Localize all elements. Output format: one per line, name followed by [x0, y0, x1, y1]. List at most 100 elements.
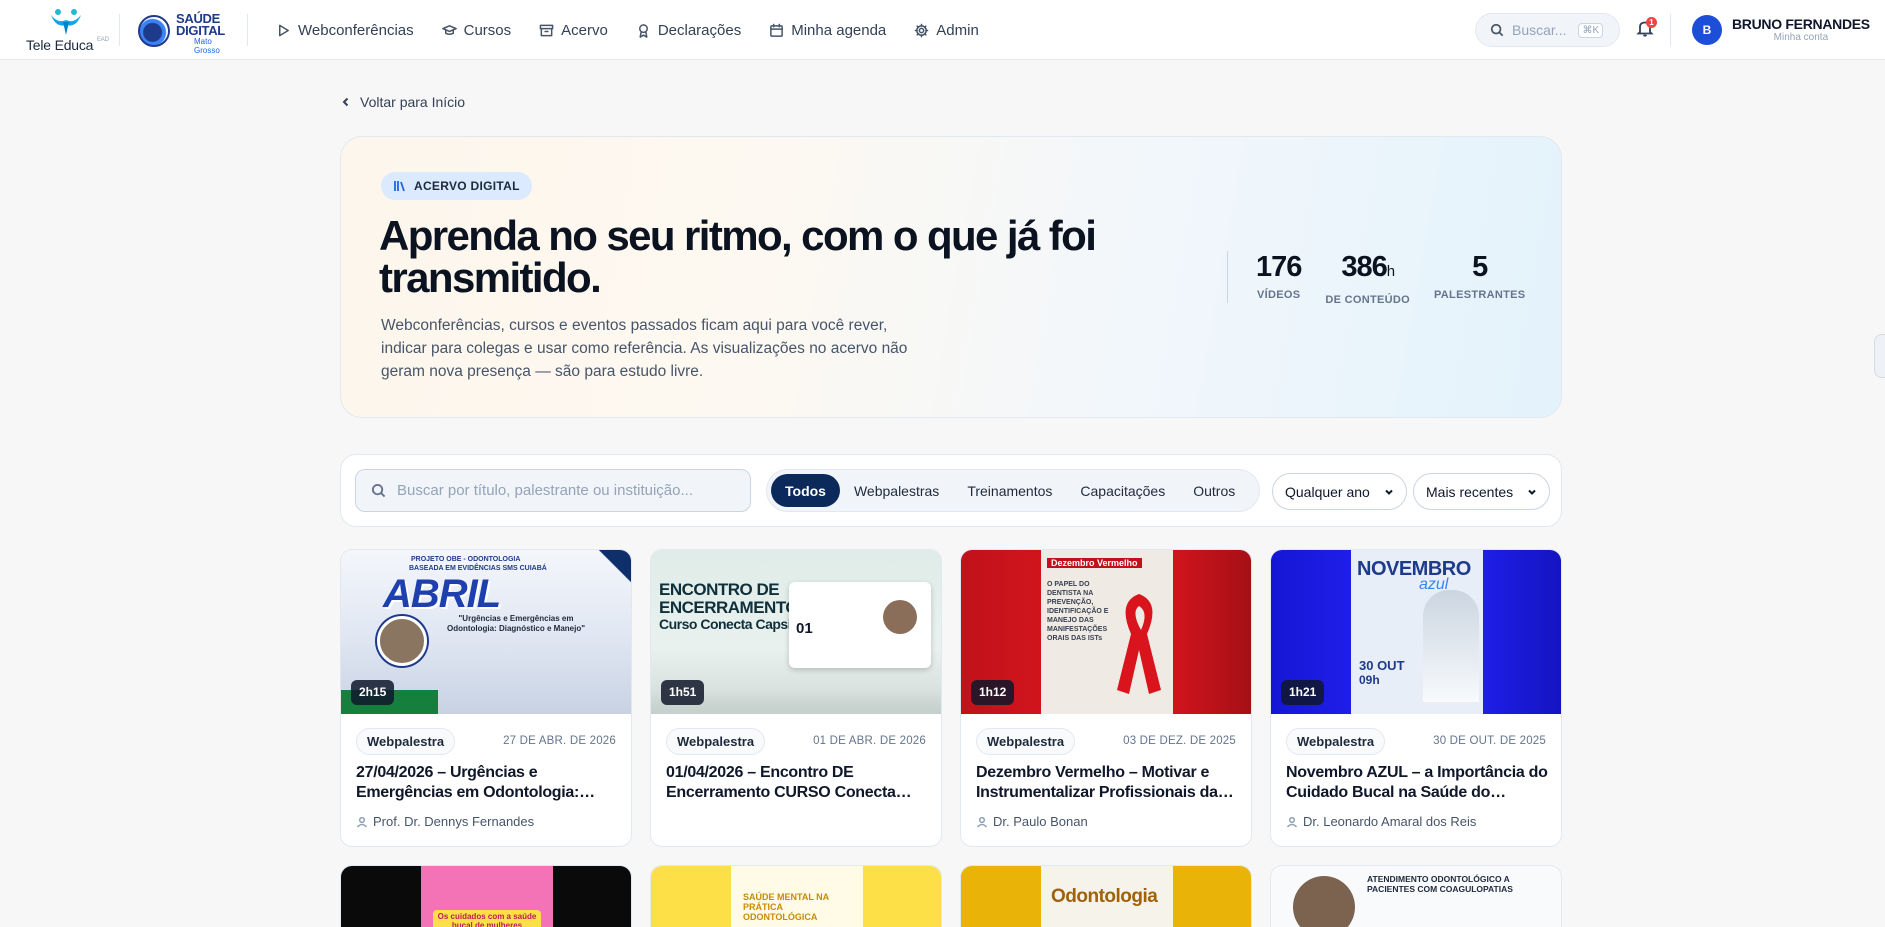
award-icon — [638, 23, 648, 38]
teleeduca-name: Tele Educa — [26, 37, 94, 53]
category-segmented-control: Todos Webpalestras Treinamentos Capacita… — [766, 469, 1260, 512]
hero-description: Webconferências, cursos e eventos passad… — [381, 317, 908, 380]
segment-treinamentos[interactable]: Treinamentos — [953, 474, 1066, 507]
red-ribbon-icon — [1117, 594, 1161, 694]
segment-webpalestras[interactable]: Webpalestras — [840, 474, 953, 507]
video-thumbnail: SAÚDE MENTAL NA PRÁTICA ODONTOLÓGICA — [651, 866, 941, 927]
hero-banner: ACERVO DIGITAL Aprenda no seu ritmo, com… — [340, 136, 1562, 418]
video-card[interactable]: ENCONTRO DE ENCERRAMENTO Curso Conecta C… — [650, 549, 942, 847]
stat-videos: 176 VÍDEOS — [1228, 251, 1313, 303]
hero-stats: 176 VÍDEOS 386h DE CONTEÚDO 5 PALESTRANT… — [1227, 251, 1537, 306]
nav-cursos[interactable]: Cursos — [441, 22, 511, 39]
thumb-text: Os cuidados com a saúde bucal de mulhere… — [437, 912, 537, 927]
year-select[interactable]: Qualquer ano — [1272, 473, 1407, 510]
saude-digital-line3: Mato Grosso — [194, 37, 220, 55]
video-date: 01 DE ABR. DE 2026 — [813, 735, 926, 747]
gear-icon — [914, 23, 929, 37]
nav-minha-agenda[interactable]: Minha agenda — [769, 22, 886, 39]
thumb-text: ATENDIMENTO ODONTOLÓGICO A PACIENTES COM… — [1367, 874, 1513, 894]
search-shortcut-hint: ⌘K — [1578, 22, 1604, 38]
video-card[interactable]: Odontologia — [960, 865, 1252, 927]
thumb-text: 09h — [1359, 673, 1380, 687]
search-icon — [371, 483, 386, 498]
video-card[interactable]: SAÚDE MENTAL NA PRÁTICA ODONTOLÓGICA — [650, 865, 942, 927]
nav-admin[interactable]: Admin — [914, 22, 979, 39]
speaker-name: Dr. Paulo Bonan — [993, 814, 1088, 829]
video-title: 01/04/2026 – Encontro DE Encerramento CU… — [666, 764, 896, 801]
thumb-text: ENCONTRO DE — [659, 580, 780, 599]
video-card[interactable]: NOVEMBRO azul 30 OUT 09h 1h21 Webpalestr… — [1270, 549, 1562, 847]
video-title: Novembro AZUL – a Importância do Cuidado… — [1286, 764, 1548, 801]
thumb-decoration — [571, 550, 631, 600]
stat-speakers: 5 PALESTRANTES — [1422, 251, 1537, 303]
hero-title: Aprenda no seu ritmo, com o que já foi t… — [379, 212, 1097, 301]
library-icon — [394, 181, 405, 192]
speaker-photo — [1293, 876, 1355, 927]
hero-badge: ACERVO DIGITAL — [381, 172, 532, 200]
nav-declaracoes[interactable]: Declarações — [636, 22, 741, 39]
speaker-photo — [1423, 590, 1479, 702]
video-card[interactable]: PROJETO OBE - ODONTOLOGIA BASEADA EM EVI… — [340, 549, 632, 847]
video-date: 27 DE ABR. DE 2026 — [503, 735, 616, 747]
divider — [119, 14, 120, 46]
nav-webconferencias[interactable]: Webconferências — [276, 22, 414, 39]
video-title: 27/04/2026 – Urgências e Emergências em … — [356, 764, 580, 801]
speaker-name: Dr. Leonardo Amaral dos Reis — [1303, 814, 1477, 829]
teleeduca-logo-icon — [51, 9, 81, 35]
user-icon — [356, 816, 368, 828]
thumb-text: 01 — [796, 620, 813, 637]
account-name: BRUNO FERNANDES — [1732, 16, 1870, 32]
stat-hours: 386h DE CONTEÚDO — [1313, 251, 1422, 306]
stat-unit: h — [1386, 263, 1395, 280]
thumb-text: "Urgências e Emergências em Odontologia:… — [446, 614, 585, 633]
main-nav: Webconferências Cursos Acervo Declaraçõe… — [276, 19, 979, 41]
graduation-cap-icon — [441, 24, 457, 35]
teleeduca-logo[interactable]: Tele Educa EAD — [26, 6, 109, 54]
calendar-icon — [770, 23, 784, 37]
video-card[interactable]: Dezembro Vermelho O PAPEL DO DENTISTA NA… — [960, 549, 1252, 847]
thumb-text: NOVEMBRO — [1357, 558, 1471, 580]
archive-icon — [539, 24, 554, 36]
sort-select-value: Mais recentes — [1426, 483, 1514, 500]
thumb-text: Curso Conecta Capsi — [659, 616, 792, 632]
video-card[interactable]: ATENDIMENTO ODONTOLÓGICO A PACIENTES COM… — [1270, 865, 1562, 927]
segment-todos[interactable]: Todos — [771, 474, 840, 507]
notifications-button[interactable]: 1 — [1636, 17, 1657, 39]
chevron-down-icon — [1385, 489, 1393, 495]
global-search[interactable]: Buscar... ⌘K — [1475, 13, 1620, 47]
segment-outros[interactable]: Outros — [1179, 474, 1249, 507]
hero-badge-label: ACERVO DIGITAL — [414, 179, 520, 193]
nav-label: Acervo — [561, 21, 608, 39]
saude-digital-line2: DIGITAL — [176, 23, 225, 38]
stat-label: DE CONTEÚDO — [1325, 294, 1410, 306]
stat-label: PALESTRANTES — [1433, 289, 1526, 301]
video-thumbnail: Odontologia — [961, 866, 1251, 927]
duration-badge: 1h21 — [1281, 680, 1325, 705]
sort-select[interactable]: Mais recentes — [1413, 473, 1551, 510]
nav-acervo[interactable]: Acervo — [539, 22, 608, 39]
stat-label: VÍDEOS — [1257, 289, 1301, 301]
thumb-text: ENCERRAMENTO — [659, 598, 799, 617]
duration-badge: 1h51 — [661, 680, 705, 705]
avatar: B — [1692, 15, 1722, 45]
back-to-home-link[interactable]: Voltar para Início — [340, 94, 465, 110]
thumb-text: BASEADA EM EVIDÊNCIAS SMS CUIABÁ — [409, 565, 547, 572]
top-navbar: Tele Educa EAD SAÚDE DIGITAL Mato Grosso… — [0, 0, 1885, 60]
video-speaker: Dr. Leonardo Amaral dos Reis — [1286, 814, 1476, 829]
side-panel-handle[interactable] — [1874, 334, 1885, 378]
acervo-search — [355, 469, 751, 512]
video-speaker: Prof. Dr. Dennys Fernandes — [356, 814, 534, 829]
account-menu[interactable]: B BRUNO FERNANDES Minha conta — [1692, 14, 1870, 46]
saude-digital-logo[interactable]: SAÚDE DIGITAL Mato Grosso — [136, 12, 236, 55]
year-select-value: Qualquer ano — [1285, 483, 1370, 500]
video-title: Dezembro Vermelho – Motivar e Instrument… — [976, 764, 1218, 801]
video-thumbnail: Os cuidados com a saúde bucal de mulhere… — [341, 866, 631, 927]
video-thumbnail: ATENDIMENTO ODONTOLÓGICO A PACIENTES COM… — [1271, 866, 1561, 927]
video-speaker: Dr. Paulo Bonan — [976, 814, 1088, 829]
thumb-text: Odontologia — [1051, 886, 1158, 907]
acervo-search-input[interactable] — [397, 482, 737, 499]
segment-capacitacoes[interactable]: Capacitações — [1066, 474, 1179, 507]
divider — [1670, 14, 1671, 46]
video-card[interactable]: Os cuidados com a saúde bucal de mulhere… — [340, 865, 632, 927]
filter-bar: Todos Webpalestras Treinamentos Capacita… — [340, 454, 1562, 527]
